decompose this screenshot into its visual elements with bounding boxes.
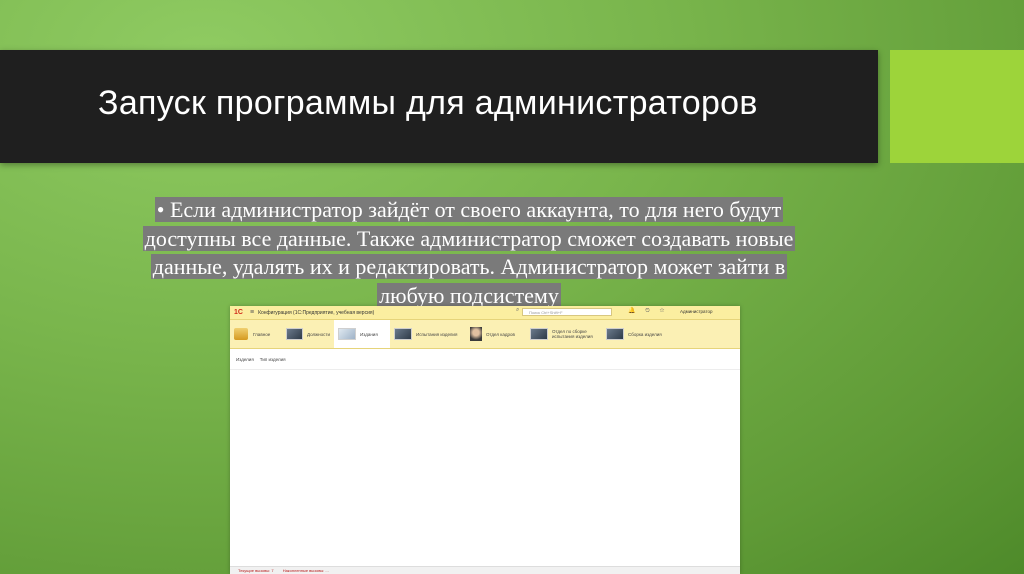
- app-titlebar: 1С ≡ Конфигурация (1С:Предприятие, учебн…: [230, 306, 740, 320]
- assembly-icon: [606, 328, 624, 340]
- app-screenshot: 1С ≡ Конфигурация (1С:Предприятие, учебн…: [230, 306, 740, 574]
- user-name[interactable]: Администратор: [680, 309, 712, 314]
- section-positions[interactable]: Должности: [282, 320, 334, 348]
- section-panel: Главное Должности Издания Испытания изде…: [230, 320, 740, 349]
- search-icon[interactable]: ⌕: [516, 307, 519, 314]
- assembly-tests-icon: [530, 328, 548, 340]
- section-home[interactable]: Главное: [230, 320, 282, 348]
- search-input[interactable]: Поиск Ctrl+Shift+F: [522, 308, 612, 316]
- bullet-line-3: данные, удалять их и редактировать. Адми…: [150, 254, 788, 279]
- bullet-line-1: • Если администратор зайдёт от своего ак…: [154, 197, 784, 222]
- section-assembly[interactable]: Сборка изделия: [602, 320, 666, 348]
- section-label: Испытания изделия: [416, 331, 458, 337]
- logo-icon: 1С: [234, 309, 243, 316]
- section-products[interactable]: Издания: [334, 320, 390, 348]
- section-label: Сборка изделия: [628, 331, 662, 337]
- menu-icon[interactable]: ≡: [250, 309, 254, 316]
- hr-icon: [470, 327, 482, 341]
- accent-block: [890, 50, 1024, 163]
- section-label: Главное: [253, 331, 271, 337]
- section-label: Издания: [360, 331, 378, 337]
- section-assembly-tests[interactable]: Отдел по сборке испытания изделия: [526, 320, 602, 348]
- bullet-line-2: доступны все данные. Также администратор…: [142, 225, 796, 251]
- section-label: Отдел кадров: [486, 331, 515, 337]
- bullet-line-4: любую подсистему: [377, 282, 561, 308]
- section-label: Отдел по сборке испытания изделия: [552, 329, 593, 339]
- bullet-text: • Если администратор зайдёт от своего ак…: [88, 196, 850, 310]
- toolbar-icons[interactable]: 🔔 ⏲ ☆: [628, 307, 668, 315]
- status-bar: Текущие вызовы: 7 Накопленные вызовы: ..…: [230, 566, 740, 574]
- subsection-products-link[interactable]: Изделия: [236, 357, 254, 362]
- section-tests[interactable]: Испытания изделия: [390, 320, 466, 348]
- subsection-bar: Изделия Тип изделия: [230, 349, 740, 370]
- subsection-type-link[interactable]: Тип изделия: [260, 357, 286, 362]
- tests-icon: [394, 328, 412, 340]
- slide-title: Запуск программы для администраторов: [98, 84, 758, 122]
- products-icon: [338, 328, 356, 340]
- home-icon: [234, 328, 248, 340]
- section-label: Должности: [307, 331, 330, 337]
- app-window-title: Конфигурация (1С:Предприятие, учебная ве…: [258, 309, 375, 316]
- positions-icon: [286, 328, 304, 340]
- status-current[interactable]: Текущие вызовы: 7: [238, 568, 274, 573]
- section-hr[interactable]: Отдел кадров: [466, 320, 526, 348]
- status-accumulated[interactable]: Накопленные вызовы: ...: [283, 568, 329, 573]
